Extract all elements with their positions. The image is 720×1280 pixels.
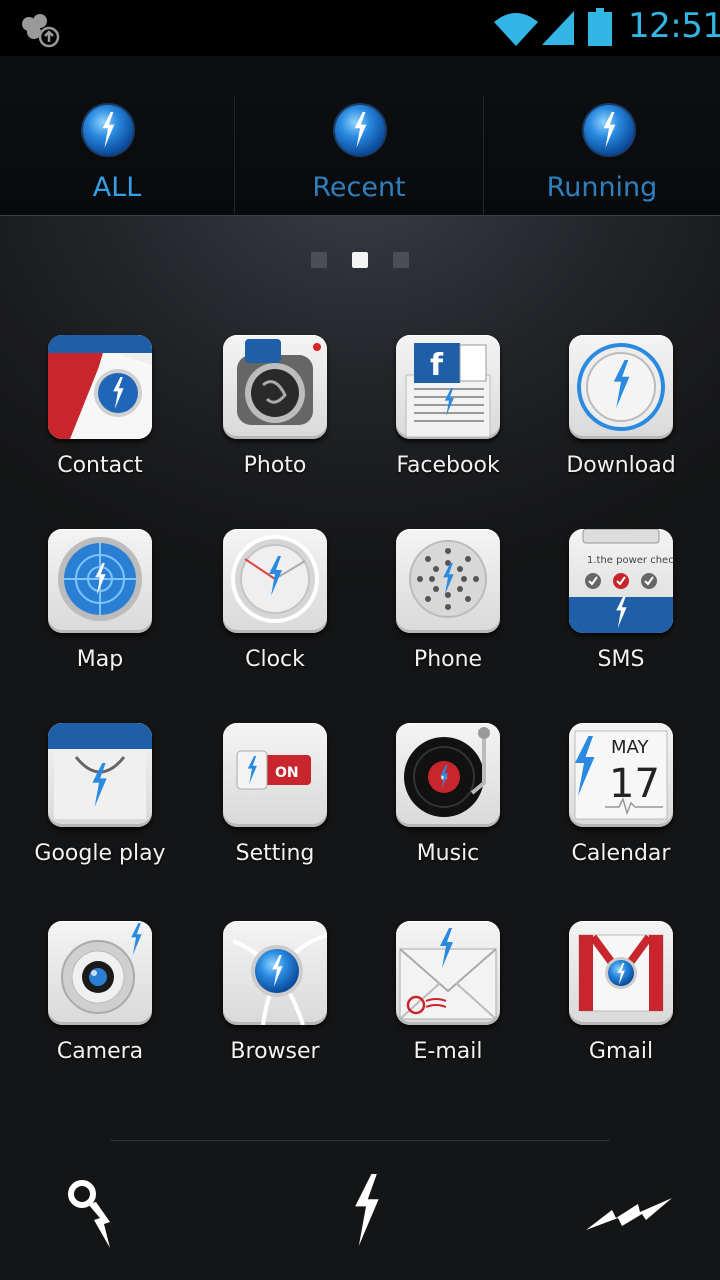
page-dot[interactable]	[311, 252, 327, 268]
sms-icon: 1.the power check	[569, 529, 673, 633]
calendar-icon: MAY 17	[569, 723, 673, 827]
wifi-icon	[494, 13, 538, 46]
setting-icon: ON	[223, 723, 327, 827]
page-dot-current[interactable]	[352, 252, 368, 268]
app-music[interactable]: Music	[363, 723, 533, 893]
app-setting[interactable]: ON Setting	[190, 723, 360, 893]
app-label: Download	[566, 453, 676, 478]
app-label: Setting	[235, 841, 315, 866]
page-indicator	[0, 252, 720, 268]
lightning-orb-icon	[582, 103, 636, 157]
contact-icon	[48, 335, 152, 439]
app-label: Calendar	[571, 841, 671, 866]
app-browser[interactable]: Browser	[190, 921, 360, 1091]
app-label: Contact	[57, 453, 143, 478]
calendar-month: MAY	[611, 737, 649, 758]
tab-all[interactable]: ALL	[0, 56, 234, 216]
tab-running[interactable]: Running	[484, 56, 720, 216]
app-email[interactable]: E-mail	[363, 921, 533, 1091]
tab-recent[interactable]: Recent	[235, 56, 483, 216]
camera-icon	[48, 921, 152, 1025]
clock-icon	[223, 529, 327, 633]
clover-upload-icon	[22, 14, 60, 48]
signal-icon	[542, 11, 574, 45]
battery-icon	[588, 8, 612, 46]
sms-note: 1.the power check	[587, 555, 673, 566]
app-phone[interactable]: Phone	[363, 529, 533, 699]
search-bolt-icon[interactable]	[66, 1178, 118, 1250]
app-contact[interactable]: Contact	[15, 335, 185, 505]
app-facebook[interactable]: f Facebook	[363, 335, 533, 505]
app-label: SMS	[597, 647, 645, 672]
app-photo[interactable]: Photo	[190, 335, 360, 505]
dock-divider	[110, 1140, 610, 1141]
download-icon	[569, 335, 673, 439]
tab-label: Running	[546, 172, 658, 203]
drawer-tabs: ALL Recent Running	[0, 56, 720, 216]
app-label: Google play	[34, 841, 166, 866]
facebook-icon: f	[396, 335, 500, 439]
email-icon	[396, 921, 500, 1025]
page-dot[interactable]	[393, 252, 409, 268]
google-play-icon	[48, 723, 152, 827]
status-bar: 12:51	[0, 0, 720, 56]
browser-icon	[223, 921, 327, 1025]
double-bolt-icon[interactable]	[586, 1196, 672, 1232]
app-download[interactable]: Download	[536, 335, 706, 505]
app-gmail[interactable]: Gmail	[536, 921, 706, 1091]
app-camera[interactable]: Camera	[15, 921, 185, 1091]
app-label: Music	[416, 841, 480, 866]
app-label: Clock	[245, 647, 305, 672]
app-label: Phone	[413, 647, 483, 672]
app-label: Photo	[243, 453, 307, 478]
tab-label: Recent	[312, 172, 406, 203]
app-label: Map	[76, 647, 124, 672]
app-clock[interactable]: Clock	[190, 529, 360, 699]
phone-icon	[396, 529, 500, 633]
app-calendar[interactable]: MAY 17 Calendar	[536, 723, 706, 893]
calendar-day: 17	[609, 761, 660, 807]
app-sms[interactable]: 1.the power check SMS	[536, 529, 706, 699]
tab-label: ALL	[92, 172, 142, 203]
app-google-play[interactable]: Google play	[15, 723, 185, 893]
app-label: Camera	[56, 1039, 144, 1064]
photo-icon	[223, 335, 327, 439]
lightning-orb-icon	[81, 103, 135, 157]
app-map[interactable]: Map	[15, 529, 185, 699]
lightning-bolt-icon[interactable]	[348, 1166, 384, 1254]
facebook-letter: f	[430, 348, 444, 383]
app-label: E-mail	[413, 1039, 483, 1064]
app-label: Gmail	[588, 1039, 654, 1064]
gmail-icon	[569, 921, 673, 1025]
app-label: Facebook	[396, 453, 500, 478]
status-time: 12:51	[628, 6, 720, 46]
app-label: Browser	[230, 1039, 320, 1064]
map-icon	[48, 529, 152, 633]
music-icon	[396, 723, 500, 827]
setting-toggle-text: ON	[275, 765, 299, 781]
lightning-orb-icon	[333, 103, 387, 157]
